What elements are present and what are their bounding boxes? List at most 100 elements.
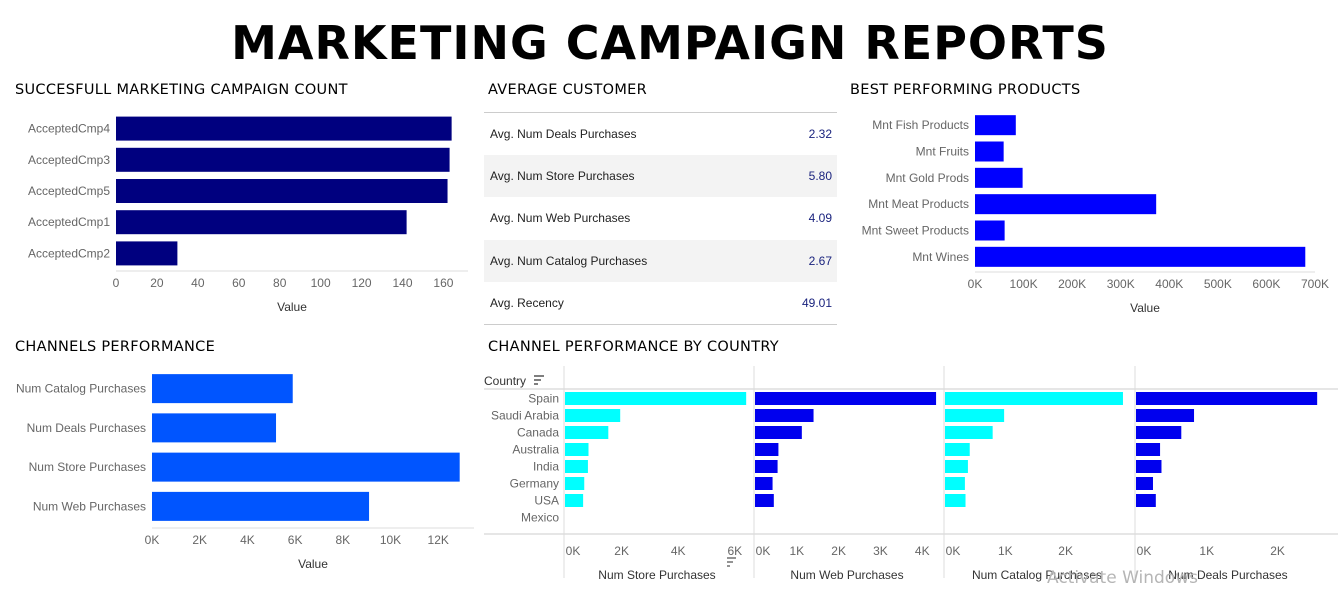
tick-label: 0K (145, 533, 160, 547)
tick-label: 500K (1204, 277, 1232, 291)
page-title: MARKETING CAMPAIGN REPORTS (231, 16, 1109, 70)
country-performance-chart: CountrySpain Saudi Arabia Canada Australia I… (484, 366, 1338, 582)
tick-label: 0K (968, 277, 983, 291)
tick-label: 4K (240, 533, 255, 547)
average-section-title: AVERAGE CUSTOMER (488, 82, 647, 98)
category-label: Mnt Gold Prods (886, 171, 969, 185)
tick-label: 300K (1107, 277, 1135, 291)
bar (1136, 409, 1195, 422)
bar (1136, 392, 1318, 405)
category-label: AcceptedCmp3 (28, 153, 110, 167)
row-value: 5.80 (808, 169, 832, 184)
tick-label: 80 (273, 276, 287, 290)
best-products-chart: Mnt Fish Products Mnt Fruits Mnt Gold Prod… (862, 115, 1329, 315)
bar (755, 426, 802, 439)
bar (945, 426, 993, 439)
bar (116, 210, 407, 235)
bar (116, 241, 178, 266)
country-label: Saudi Arabia (491, 409, 559, 423)
category-label: Mnt Sweet Products (862, 224, 969, 238)
tick-label: 100K (1010, 277, 1038, 291)
tick-label: 1K (1199, 544, 1214, 558)
country-label: Australia (512, 443, 559, 457)
bar (565, 409, 621, 422)
tick-label: 100 (311, 276, 331, 290)
bar (565, 477, 585, 490)
row-value: 49.01 (801, 295, 832, 310)
channels-performance-chart: Num Catalog Purchases Num Deals Purchases… (16, 374, 474, 571)
bar (152, 413, 277, 443)
tick-label: 200K (1058, 277, 1086, 291)
bar (945, 494, 966, 507)
bar (975, 167, 1023, 188)
axis-title: Num Store Purchases (598, 568, 715, 582)
row-value: 4.09 (808, 211, 832, 226)
bar (565, 443, 589, 456)
country-header: Country (484, 374, 526, 388)
bar (755, 460, 778, 473)
bar (565, 494, 584, 507)
bar (755, 494, 774, 507)
category-label: Mnt Fish Products (872, 118, 969, 132)
bar (945, 392, 1123, 405)
category-label: Num Catalog Purchases (16, 382, 146, 396)
tick-label: 600K (1252, 277, 1280, 291)
category-label: AcceptedCmp2 (28, 246, 110, 260)
tick-label: 60 (232, 276, 246, 290)
bar (116, 179, 448, 203)
bar (755, 409, 814, 422)
axis-title: Num Web Purchases (790, 568, 903, 582)
row-value: 2.67 (808, 253, 832, 268)
tick-label: 700K (1301, 277, 1329, 291)
tick-label: 2K (831, 544, 846, 558)
bar (755, 477, 773, 490)
category-label: Mnt Meat Products (868, 197, 969, 211)
axis-title: Value (1130, 301, 1160, 315)
tick-label: 1K (998, 544, 1013, 558)
bar (945, 460, 968, 473)
country-label: Canada (517, 426, 559, 440)
tick-label: 3K (873, 544, 888, 558)
products-section-title: BEST PERFORMING PRODUCTS (850, 82, 1081, 98)
category-label: AcceptedCmp4 (28, 122, 110, 136)
axis-title: Value (277, 300, 307, 314)
tick-label: 160 (433, 276, 453, 290)
category-label: AcceptedCmp1 (28, 215, 110, 229)
bar (565, 392, 747, 405)
campaign-count-chart: AcceptedCmp4 AcceptedCmp3 AcceptedCmp5 Acce… (28, 116, 468, 314)
tick-label: 400K (1155, 277, 1183, 291)
bar (975, 141, 1004, 162)
row-label: Avg. Num Catalog Purchases (490, 253, 648, 268)
table-row[interactable]: Avg. Num Catalog Purchases 2.67 (484, 239, 837, 282)
tick-label: 0 (113, 276, 120, 290)
category-label: Num Store Purchases (29, 460, 146, 474)
bar (1136, 460, 1162, 473)
category-label: AcceptedCmp5 (28, 184, 110, 198)
bar (975, 194, 1157, 215)
country-label: USA (534, 494, 559, 508)
tick-label: 6K (288, 533, 303, 547)
bar (755, 443, 779, 456)
bar (1136, 477, 1153, 490)
table-row[interactable]: Avg. Num Deals Purchases 2.32 (484, 113, 837, 155)
tick-label: 20 (150, 276, 164, 290)
bar (152, 491, 370, 521)
row-label: Avg. Num Deals Purchases (490, 127, 637, 142)
activate-windows-watermark: Activate Windows (1047, 568, 1198, 588)
tick-label: 2K (1058, 544, 1073, 558)
tick-label: 0K (946, 544, 961, 558)
table-row[interactable]: Avg. Num Web Purchases 4.09 (484, 197, 837, 239)
row-label: Avg. Num Store Purchases (490, 169, 635, 184)
tick-label: 1K (789, 544, 804, 558)
country-label: Mexico (521, 511, 559, 525)
bar (565, 426, 609, 439)
bar (945, 409, 1005, 422)
country-section-title: CHANNEL PERFORMANCE BY COUNTRY (488, 339, 779, 355)
sort-icon (727, 557, 736, 567)
tick-label: 10K (380, 533, 401, 547)
row-value: 2.32 (808, 127, 832, 142)
table-row[interactable]: Avg. Recency 49.01 (484, 282, 837, 324)
table-row[interactable]: Avg. Num Store Purchases 5.80 (484, 155, 837, 198)
tick-label: 4K (671, 544, 686, 558)
campaign-section-title: SUCCESFULL MARKETING CAMPAIGN COUNT (15, 82, 348, 98)
